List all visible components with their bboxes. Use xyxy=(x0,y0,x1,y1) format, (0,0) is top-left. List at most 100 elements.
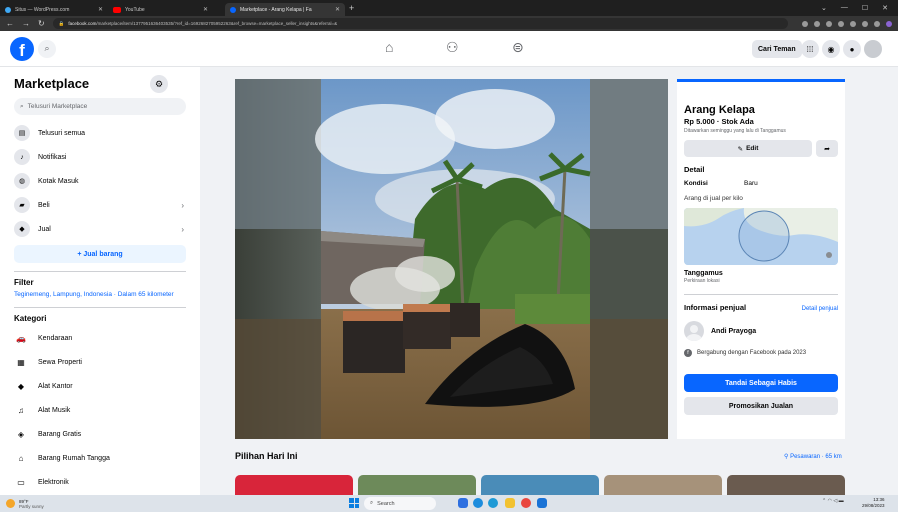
seller-row[interactable]: Andi Prayoga xyxy=(684,321,838,341)
browser-tab-youtube[interactable]: YouTube ✕ xyxy=(108,3,213,16)
new-tab-button[interactable]: + xyxy=(349,3,354,13)
browser-tab-marketplace[interactable]: Marketplace - Arang Kelapa | Fa ✕ xyxy=(225,3,345,16)
condition-label: Kondisi xyxy=(684,180,708,187)
store-icon[interactable] xyxy=(537,498,547,508)
windows-start-icon[interactable] xyxy=(349,498,359,508)
location-map[interactable] xyxy=(684,208,838,265)
listing-description: Arang di jual per kilo xyxy=(684,195,743,202)
divider xyxy=(14,271,186,272)
pick-card[interactable] xyxy=(481,475,599,495)
promote-listing-button[interactable]: Promosikan Jualan xyxy=(684,397,838,415)
extensions-puzzle-icon[interactable] xyxy=(862,20,868,27)
marketplace-sidebar: Marketplace ⚙ ⌕ Telusuri Marketplace ▤ T… xyxy=(0,67,200,495)
sidebar-item-beli[interactable]: ▰ Beli › xyxy=(14,193,186,217)
extension-icon[interactable] xyxy=(802,20,808,27)
tab-close-icon[interactable]: ✕ xyxy=(335,6,340,13)
task-view-icon[interactable] xyxy=(458,498,468,508)
category-barang-gratis[interactable]: ◈ Barang Gratis xyxy=(14,422,186,446)
seller-details-link[interactable]: Detail penjual xyxy=(802,306,838,312)
home-icon[interactable]: ⌂ xyxy=(385,39,393,55)
menu-grid-icon[interactable]: ⁞⁞⁞ xyxy=(801,40,819,58)
facebook-logo-icon[interactable]: f xyxy=(10,36,34,61)
search-placeholder: Telusuri Marketplace xyxy=(27,103,88,110)
condition-value: Baru xyxy=(744,180,758,187)
default-avatar-icon xyxy=(686,325,702,341)
chrome-icon[interactable] xyxy=(521,498,531,508)
pick-card[interactable] xyxy=(727,475,845,495)
sidebar-item-telusuri[interactable]: ▤ Telusuri semua xyxy=(14,121,186,145)
reload-icon[interactable]: ↻ xyxy=(38,19,45,28)
sidebar-icon[interactable] xyxy=(874,20,880,27)
location-name: Tanggamus xyxy=(684,270,723,277)
pick-card[interactable] xyxy=(235,475,353,495)
sidebar-item-notifikasi[interactable]: ♪ Notifikasi xyxy=(14,145,186,169)
share-arrow-icon: ➦ xyxy=(824,145,830,153)
filter-location-link[interactable]: Teginemeng, Lampung, Indonesia · Dalam 6… xyxy=(14,290,186,299)
find-friends-button[interactable]: Cari Teman xyxy=(752,40,802,58)
category-label: Barang Gratis xyxy=(38,430,82,438)
share-icon[interactable] xyxy=(838,20,844,27)
monitor-icon: ▭ xyxy=(17,477,25,487)
category-kendaraan[interactable]: 🚗 Kendaraan xyxy=(14,326,186,350)
tab-label: Situs — WordPress.com xyxy=(15,6,70,13)
sidebar-item-jual[interactable]: ◆ Jual › xyxy=(14,217,186,241)
browser-tab-wordpress[interactable]: Situs — WordPress.com ✕ xyxy=(0,3,108,16)
sidebar-item-kotak-masuk[interactable]: ◍ Kotak Masuk xyxy=(14,169,186,193)
marketplace-search-input[interactable]: ⌕ Telusuri Marketplace xyxy=(14,98,186,115)
wifi-icon: ◠ xyxy=(827,498,832,504)
tab-search-icon[interactable]: ⌄ xyxy=(821,4,827,12)
maximize-button[interactable]: ☐ xyxy=(862,4,868,12)
url-field[interactable]: 🔒 facebook.com /marketplace/item/1377951… xyxy=(52,18,788,29)
seller-name[interactable]: Andi Prayoga xyxy=(711,328,756,335)
listing-photo[interactable] xyxy=(235,79,668,439)
seller-avatar[interactable] xyxy=(684,321,704,341)
bookmark-star-icon[interactable] xyxy=(850,20,856,27)
messenger-icon[interactable]: ◉ xyxy=(822,40,840,58)
condition-row: Kondisi Baru xyxy=(684,180,838,187)
tab-close-icon[interactable]: ✕ xyxy=(203,6,208,13)
joined-info: f Bergabung dengan Facebook pada 2023 xyxy=(684,349,838,357)
close-window-button[interactable]: ✕ xyxy=(882,4,888,12)
pick-card[interactable] xyxy=(604,475,722,495)
category-alat-musik[interactable]: ♫ Alat Musik xyxy=(14,398,186,422)
edge-browser-icon[interactable] xyxy=(473,498,483,508)
picks-location-link[interactable]: ⚲ Pesawaran · 65 km xyxy=(784,453,842,460)
edit-button[interactable]: ✎ Edit xyxy=(684,140,812,157)
tab-close-icon[interactable]: ✕ xyxy=(98,6,103,13)
lock-icon: 🔒 xyxy=(58,20,65,26)
extension-icon[interactable] xyxy=(814,20,820,27)
weather-widget[interactable]: 89°F Partly sunny xyxy=(6,499,44,509)
taskbar-clock[interactable]: 13:36 29/08/2023 xyxy=(862,497,885,509)
system-tray[interactable]: ⌃ ◠ ◁ ▬ xyxy=(822,498,844,504)
friends-icon[interactable]: ⚇ xyxy=(446,39,459,56)
notifications-bell-icon[interactable]: ● xyxy=(843,40,861,58)
mark-as-sold-button[interactable]: Tandai Sebagai Habis xyxy=(684,374,838,392)
facebook-favicon-icon xyxy=(230,6,236,13)
category-alat-kantor[interactable]: ◆ Alat Kantor xyxy=(14,374,186,398)
window-controls: ⌄ — ☐ ✕ xyxy=(821,4,898,12)
edge-browser-icon[interactable] xyxy=(488,498,498,508)
create-listing-button[interactable]: + Jual barang xyxy=(14,245,186,263)
category-sewa-properti[interactable]: ▦ Sewa Properti xyxy=(14,350,186,374)
edit-label: Edit xyxy=(746,145,759,152)
account-avatar[interactable] xyxy=(864,40,882,58)
search-icon[interactable]: ⌕ xyxy=(38,39,56,58)
marketplace-icon[interactable]: ⊜ xyxy=(512,39,524,56)
file-explorer-icon[interactable] xyxy=(505,498,515,508)
taskbar-search-input[interactable]: ⌕ Search xyxy=(364,497,436,510)
chevron-right-icon: › xyxy=(181,200,184,210)
settings-gear-icon[interactable]: ⚙ xyxy=(150,75,168,93)
category-elektronik[interactable]: ▭ Elektronik xyxy=(14,470,186,494)
share-button[interactable]: ➦ xyxy=(816,140,838,157)
guitar-icon: ♫ xyxy=(18,405,24,415)
category-barang-rumah-tangga[interactable]: ⌂ Barang Rumah Tangga xyxy=(14,446,186,470)
extension-icon[interactable] xyxy=(826,20,832,27)
pencil-icon: ✎ xyxy=(737,145,744,153)
pick-card[interactable] xyxy=(358,475,476,495)
browser-tab-bar: Situs — WordPress.com ✕ YouTube ✕ Market… xyxy=(0,0,898,16)
wordpress-favicon-icon xyxy=(5,6,11,13)
forward-arrow-icon[interactable]: → xyxy=(22,19,30,28)
minimize-button[interactable]: — xyxy=(841,4,848,12)
profile-icon[interactable] xyxy=(886,20,892,27)
back-arrow-icon[interactable]: ← xyxy=(6,19,14,28)
